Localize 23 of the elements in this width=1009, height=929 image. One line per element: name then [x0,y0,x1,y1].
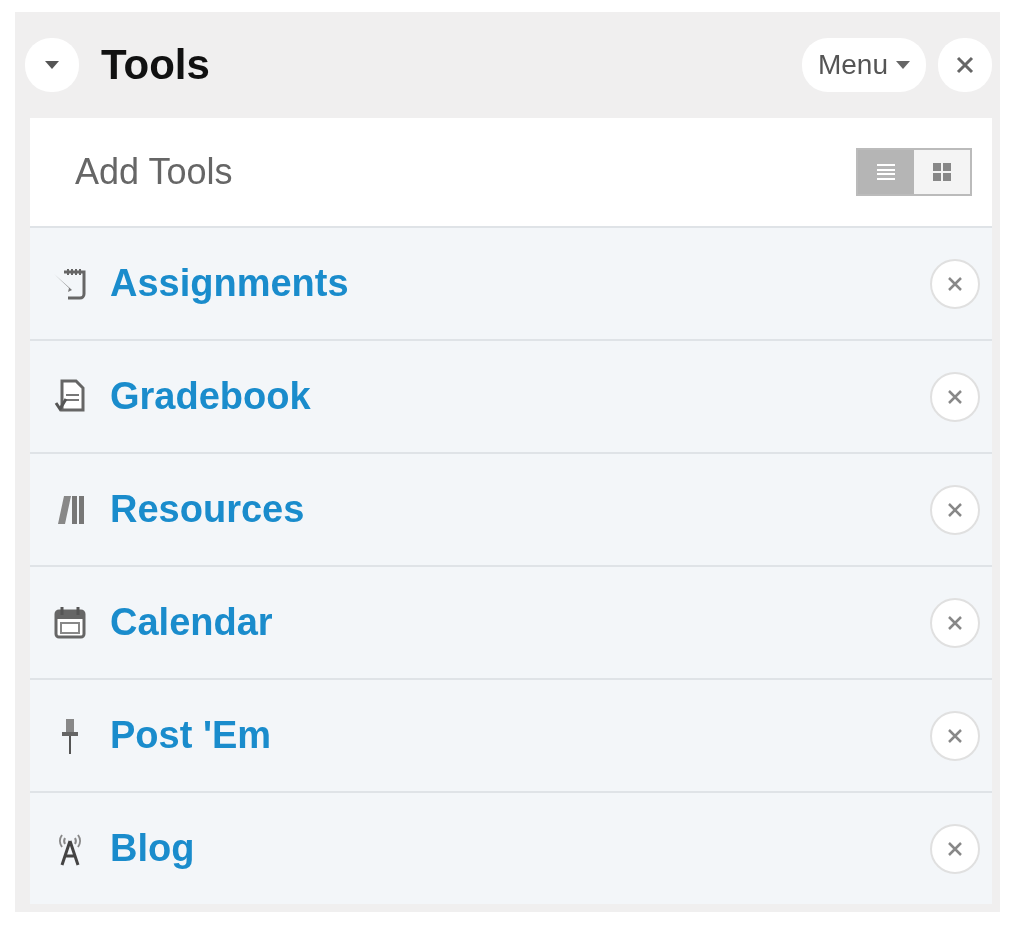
caret-icon [896,61,910,69]
caret-icon [45,61,59,69]
grid-icon [931,162,953,182]
close-icon [947,501,963,518]
remove-button[interactable] [930,597,980,648]
close-icon [947,275,963,292]
list-view-button[interactable] [858,150,914,194]
close-icon [947,727,963,744]
close-icon [947,614,963,631]
panel-title: Tools [101,41,211,89]
remove-button[interactable] [930,484,980,535]
grid-view-button[interactable] [914,150,970,194]
remove-button[interactable] [930,371,980,422]
remove-button[interactable] [930,710,980,761]
close-icon [947,388,963,405]
close-button[interactable] [938,38,992,92]
add-tools-label: Add Tools [75,151,234,193]
remove-button[interactable] [930,258,980,309]
close-icon [955,55,975,75]
menu-button[interactable]: Menu [801,38,926,92]
list-icon [875,162,897,182]
remove-button[interactable] [930,823,980,874]
close-icon [947,840,963,857]
